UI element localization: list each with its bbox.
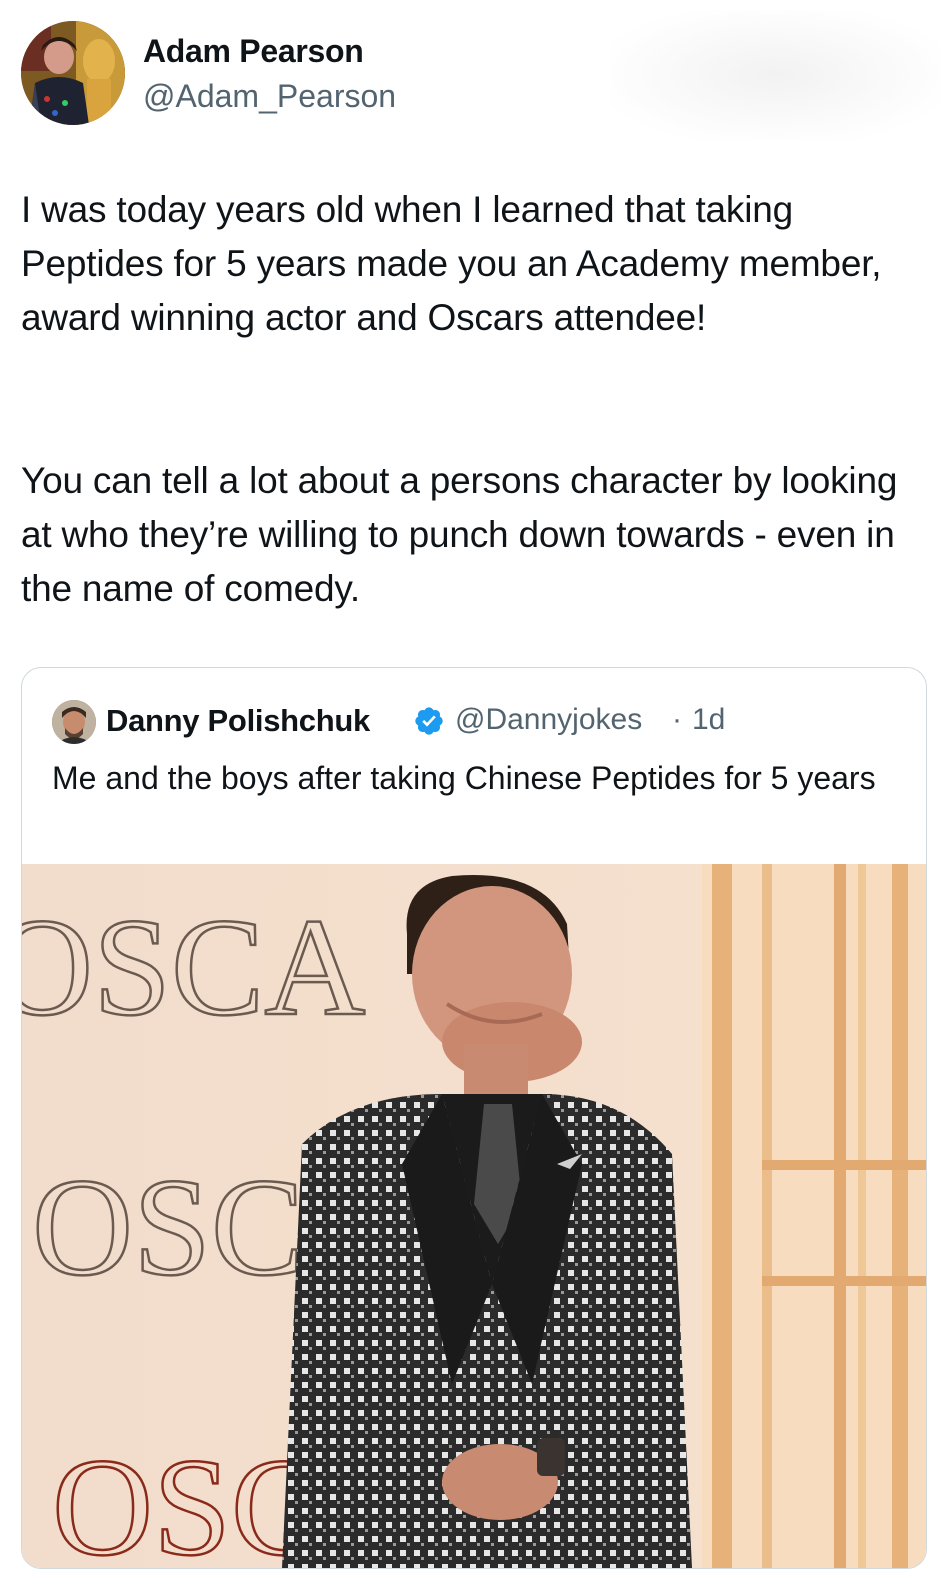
tweet-text-paragraph: You can tell a lot about a persons chara… [21, 460, 898, 609]
author-handle[interactable]: @Adam_Pearson [143, 78, 396, 115]
author-avatar[interactable] [21, 21, 125, 125]
meta-separator: · [672, 703, 682, 736]
quoted-tweet-text: Me and the boys after taking Chinese Pep… [52, 760, 876, 796]
tweet-text-paragraph: I was today years old when I learned tha… [21, 189, 882, 338]
author-name[interactable]: Adam Pearson [143, 33, 364, 70]
quoted-author-handle[interactable]: @Dannyjokes [455, 703, 642, 737]
author-avatar-photo [21, 21, 125, 125]
quoted-author-avatar[interactable] [52, 700, 96, 744]
svg-text:OSCA: OSCA [22, 890, 365, 1045]
verified-badge-icon [415, 707, 443, 735]
quoted-tweet-timestamp[interactable]: 1d [692, 703, 725, 737]
quoted-tweet-card[interactable]: Danny Polishchuk @Dannyjokes · 1d Me and… [21, 667, 927, 1569]
svg-text:OSC: OSC [32, 1150, 304, 1305]
oscars-red-carpet-photo: OSCA OSC OSC [22, 864, 926, 1568]
quoted-author-avatar-photo [52, 700, 96, 744]
quoted-tweet-photo[interactable]: OSCA OSC OSC [22, 864, 926, 1568]
quoted-author-name[interactable]: Danny Polishchuk [106, 703, 370, 739]
background-glare [610, 10, 940, 140]
